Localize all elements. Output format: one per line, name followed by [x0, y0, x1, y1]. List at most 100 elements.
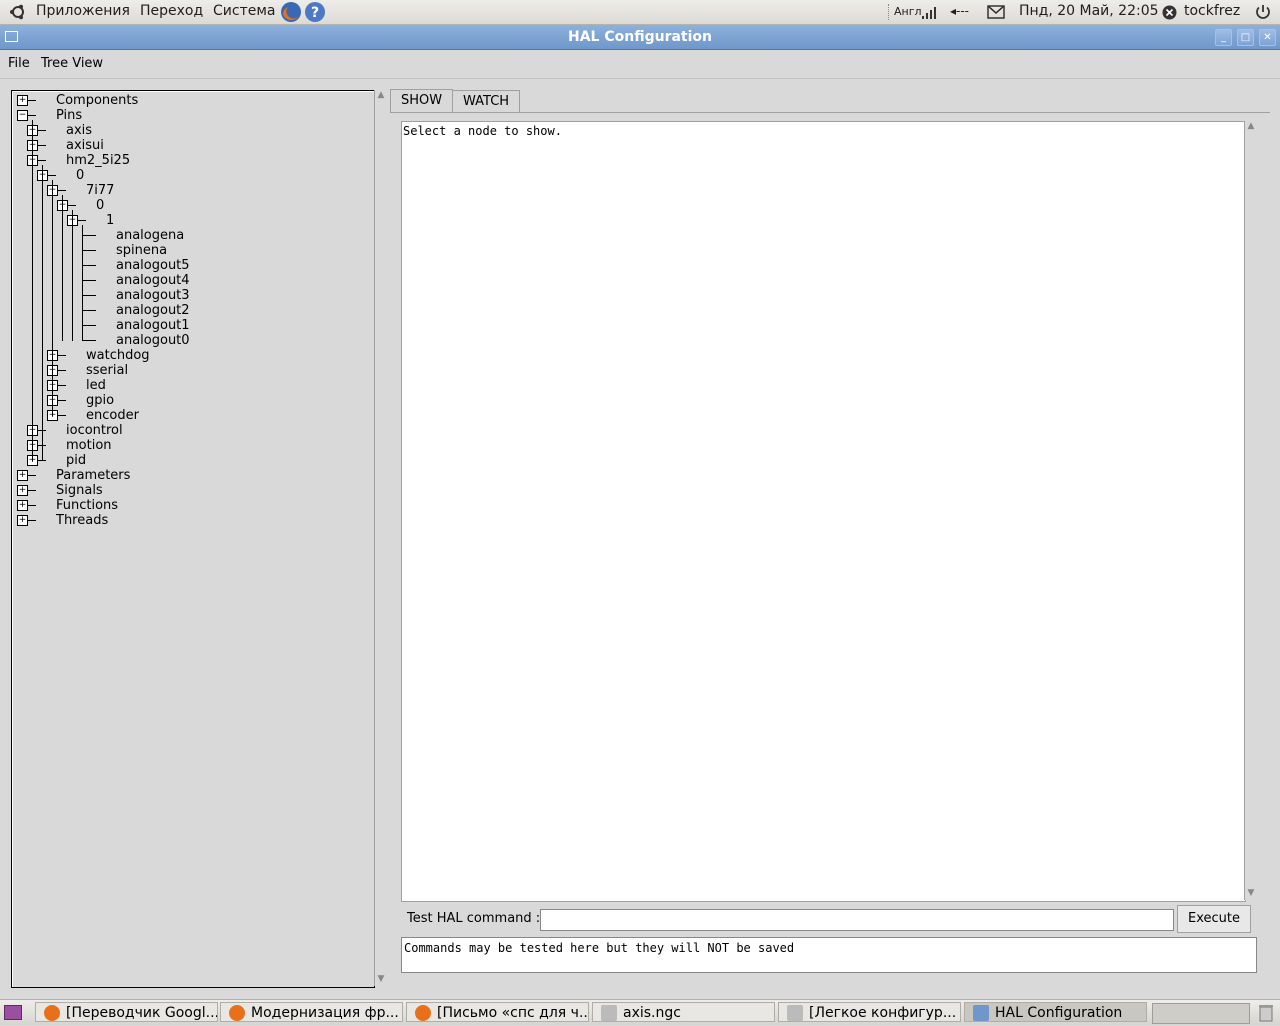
expand-icon[interactable]: +: [17, 500, 28, 511]
tree-item[interactable]: analogout5: [116, 258, 190, 273]
tree-item[interactable]: Functions: [56, 498, 118, 513]
svg-text:?: ?: [311, 5, 319, 21]
power-icon[interactable]: [1254, 3, 1272, 21]
trash-icon[interactable]: [1258, 1003, 1274, 1022]
file-menu[interactable]: File: [8, 56, 30, 71]
window-icon: [973, 1005, 989, 1021]
taskbar-item[interactable]: [Письмо «спс для ч...: [406, 1002, 589, 1022]
help-icon[interactable]: ?: [304, 1, 326, 23]
taskbar-item-label: [Переводчик Googl...: [66, 1005, 218, 1021]
tree-item[interactable]: analogout1: [116, 318, 190, 333]
menu-bar: File Tree View: [0, 50, 1280, 79]
command-output-text: Commands may be tested here but they wil…: [404, 941, 795, 955]
tree-item[interactable]: analogout4: [116, 273, 190, 288]
ubuntu-logo-icon[interactable]: [9, 3, 27, 21]
expand-icon[interactable]: +: [17, 470, 28, 481]
scroll-down-arrow-icon[interactable]: ▼: [1245, 888, 1257, 900]
tree-item[interactable]: Signals: [56, 483, 103, 498]
expand-icon[interactable]: +: [17, 485, 28, 496]
tree-item[interactable]: 7i77: [86, 183, 114, 198]
show-text: Select a node to show.: [403, 124, 562, 138]
tree-item[interactable]: Threads: [56, 513, 108, 528]
expand-icon[interactable]: +: [17, 515, 28, 526]
tree-item[interactable]: analogena: [116, 228, 184, 243]
taskbar-item[interactable]: [Легкое конфигур...: [778, 1002, 961, 1022]
tab-watch[interactable]: WATCH: [452, 90, 521, 113]
tree-item[interactable]: analogout3: [116, 288, 190, 303]
tree-connector: [82, 235, 96, 236]
tree-item[interactable]: Pins: [56, 108, 82, 123]
tree-item[interactable]: Components: [56, 93, 138, 108]
tree-connector: [82, 280, 96, 281]
tree-item[interactable]: gpio: [86, 393, 114, 408]
volume-indicator[interactable]: ◂---: [950, 4, 969, 18]
tree-item[interactable]: motion: [66, 438, 112, 453]
places-menu[interactable]: Переход: [140, 3, 203, 19]
tree-item[interactable]: axisui: [66, 138, 104, 153]
tree-item[interactable]: led: [86, 378, 106, 393]
command-input[interactable]: [540, 909, 1174, 931]
tree-item[interactable]: Parameters: [56, 468, 130, 483]
tree-connector: [82, 325, 96, 326]
panel-separator-icon: [888, 4, 891, 20]
scroll-up-arrow-icon[interactable]: ▲: [1245, 121, 1257, 133]
expand-icon[interactable]: +: [17, 95, 28, 106]
mail-icon[interactable]: [987, 5, 1005, 19]
maximize-icon[interactable]: □: [1237, 29, 1254, 46]
tree-guide-line: [52, 180, 53, 416]
tree-item[interactable]: analogout2: [116, 303, 190, 318]
tab-show[interactable]: SHOW: [390, 89, 454, 113]
tree-item[interactable]: pid: [66, 453, 86, 468]
command-output[interactable]: Commands may be tested here but they wil…: [401, 937, 1257, 973]
tree-item[interactable]: encoder: [86, 408, 139, 423]
collapse-icon[interactable]: −: [17, 110, 28, 121]
tree-connector: [82, 340, 96, 341]
applications-menu[interactable]: Приложения: [36, 3, 130, 19]
hal-tree-panel[interactable]: + − + + − − − − − + + + + + + + + + + + + Components Pins axis…: [11, 90, 375, 988]
taskbar-item[interactable]: axis.ngc: [592, 1002, 775, 1022]
tree-item[interactable]: sserial: [86, 363, 128, 378]
workspace-switcher-icon[interactable]: [1152, 1003, 1250, 1024]
taskbar-item-label: HAL Configuration: [995, 1005, 1123, 1021]
tree-item[interactable]: watchdog: [86, 348, 150, 363]
taskbar-item-label: Модернизация фр...: [251, 1005, 399, 1021]
tree-connector: [82, 250, 96, 251]
taskbar-item[interactable]: Модернизация фр...: [220, 1002, 403, 1022]
minimize-icon[interactable]: _: [1215, 29, 1232, 46]
taskbar-item[interactable]: [Переводчик Googl...: [35, 1002, 218, 1022]
tree-item[interactable]: iocontrol: [66, 423, 123, 438]
tree-item[interactable]: hm2_5i25: [66, 153, 130, 168]
user-name[interactable]: tockfrez: [1184, 3, 1240, 19]
execute-button[interactable]: Execute: [1177, 905, 1251, 933]
tree-item[interactable]: axis: [66, 123, 92, 138]
scroll-down-arrow-icon[interactable]: ▼: [375, 974, 387, 986]
show-scrollbar[interactable]: ▲ ▼: [1244, 121, 1257, 900]
window-titlebar[interactable]: HAL Configuration _ □ ✕: [0, 25, 1280, 50]
tree-scrollbar[interactable]: ▲ ▼: [374, 90, 387, 986]
tree-connector: [82, 310, 96, 311]
tree-guide-line: [32, 120, 33, 461]
tree-view-menu[interactable]: Tree View: [41, 56, 103, 71]
firefox-launcher-icon[interactable]: [280, 1, 302, 23]
tree-item[interactable]: spinena: [116, 243, 167, 258]
tree-guide-line: [72, 210, 73, 341]
keyboard-layout-indicator[interactable]: Англ: [894, 5, 922, 18]
tree-item[interactable]: 1: [106, 213, 114, 228]
tree-item[interactable]: analogout0: [116, 333, 190, 348]
system-menu[interactable]: Система: [213, 3, 275, 19]
tree-connector: [82, 295, 96, 296]
scroll-up-arrow-icon[interactable]: ▲: [375, 90, 387, 102]
taskbar-item-label: [Письмо «спс для ч...: [437, 1005, 589, 1021]
tree-item[interactable]: 0: [96, 198, 104, 213]
clock-datetime[interactable]: Пнд, 20 Май, 22:05: [1019, 3, 1159, 19]
taskbar-item-label: axis.ngc: [623, 1005, 681, 1021]
tab-content-border: [390, 112, 1270, 113]
taskbar-item[interactable]: HAL Configuration: [964, 1002, 1147, 1022]
network-signal-icon[interactable]: [920, 5, 940, 21]
command-row: Test HAL command : Execute: [390, 905, 1270, 933]
show-desktop-icon[interactable]: [4, 1005, 22, 1020]
close-icon[interactable]: ✕: [1259, 29, 1276, 46]
show-text-area[interactable]: Select a node to show.: [401, 121, 1246, 902]
firefox-icon: [229, 1005, 245, 1021]
tree-item[interactable]: 0: [76, 168, 84, 183]
